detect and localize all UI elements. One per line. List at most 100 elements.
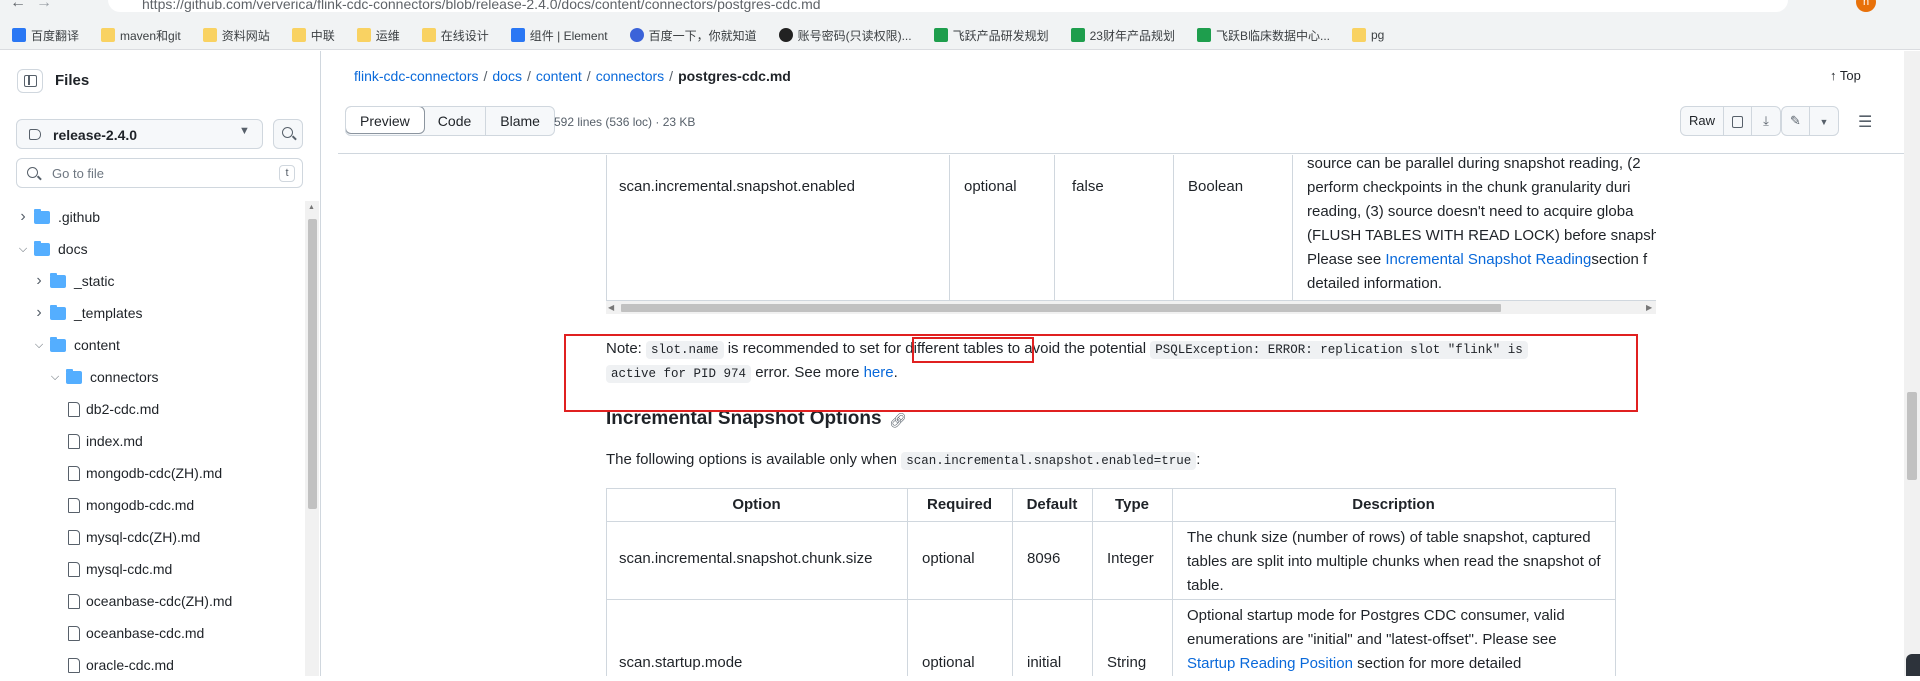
- tree-file-item[interactable]: db2-cdc.md: [0, 393, 305, 425]
- incremental-snapshot-reading-link[interactable]: Incremental Snapshot Reading: [1385, 251, 1591, 268]
- folder-icon: [421, 28, 436, 42]
- bookmark-label: 运维: [375, 28, 400, 43]
- bookmark-label: pg: [1371, 28, 1385, 42]
- folder-icon: [50, 304, 66, 320]
- table-cell-desc-line: detailed information.: [1307, 275, 1443, 292]
- scroll-up-arrow-icon[interactable]: ▲: [308, 204, 315, 211]
- search-icon: [282, 127, 293, 138]
- tree-file-item[interactable]: oracle-cdc.md: [0, 649, 305, 681]
- page-scrollbar-thumb[interactable]: [1907, 392, 1917, 480]
- bookmark-favicon-icon: [510, 28, 525, 42]
- breadcrumb-link[interactable]: connectors: [596, 68, 664, 84]
- table-border: [1615, 488, 1616, 676]
- table-cell-required: optional: [922, 550, 975, 567]
- bookmark-label: maven和git: [120, 28, 181, 43]
- bookmark-item[interactable]: 在线设计: [421, 27, 489, 44]
- breadcrumb-link[interactable]: flink-cdc-connectors: [354, 68, 479, 84]
- forward-arrow-icon[interactable]: →: [36, 0, 52, 12]
- arrow-up-icon: ↑: [1830, 68, 1837, 83]
- table-scrollbar-thumb[interactable]: [621, 304, 1501, 312]
- scroll-right-arrow-icon[interactable]: ▶: [1646, 303, 1652, 312]
- edit-dropdown-button[interactable]: ▼: [1810, 107, 1838, 135]
- anchor-link-icon[interactable]: 🔗︎: [889, 412, 907, 429]
- tree-file-item[interactable]: mongodb-cdc(ZH).md: [0, 457, 305, 489]
- file-icon: [68, 401, 80, 417]
- tree-file-item[interactable]: mysql-cdc(ZH).md: [0, 521, 305, 553]
- chevron-down-icon[interactable]: ⌵: [50, 371, 60, 384]
- bookmark-item[interactable]: 资料网站: [202, 27, 270, 44]
- tab-code[interactable]: Code: [424, 107, 487, 135]
- floating-corner-button[interactable]: [1906, 654, 1920, 676]
- table-cell-desc-line: perform checkpoints in the chunk granula…: [1307, 179, 1631, 196]
- bookmark-item[interactable]: 中联: [291, 27, 335, 44]
- chevron-right-icon[interactable]: ›: [18, 208, 28, 226]
- go-to-file-input[interactable]: [52, 164, 262, 182]
- tree-file-item[interactable]: index.md: [0, 425, 305, 457]
- tree-folder-item[interactable]: › .github: [0, 201, 305, 233]
- bookmark-item[interactable]: maven和git: [101, 27, 181, 44]
- back-arrow-icon[interactable]: ←: [10, 0, 26, 12]
- profile-avatar[interactable]: n: [1856, 0, 1876, 12]
- tree-folder-item[interactable]: › _templates: [0, 297, 305, 329]
- bookmark-item[interactable]: 账号密码(只读权限)...: [778, 27, 912, 44]
- tree-file-item[interactable]: oceanbase-cdc(ZH).md: [0, 585, 305, 617]
- breadcrumb-separator: /: [526, 68, 531, 84]
- breadcrumb-separator: /: [483, 68, 488, 84]
- top-link[interactable]: ↑ Top: [1830, 68, 1861, 83]
- bookmark-item[interactable]: 组件 | Element: [510, 27, 608, 44]
- raw-button[interactable]: Raw: [1681, 107, 1725, 135]
- sidebar-scrollbar-thumb[interactable]: [308, 219, 317, 509]
- table-cell-option: scan.incremental.snapshot.enabled: [619, 178, 855, 195]
- chevron-right-icon[interactable]: ›: [34, 304, 44, 322]
- tree-file-item[interactable]: mongodb-cdc.md: [0, 489, 305, 521]
- outline-list-icon[interactable]: ☰: [1858, 112, 1872, 132]
- file-icon: [68, 465, 80, 481]
- tree-folder-item[interactable]: ⌵ content: [0, 329, 305, 361]
- tab-preview[interactable]: Preview: [345, 107, 425, 134]
- table-cell-required: optional: [922, 654, 975, 671]
- go-to-file-field[interactable]: t: [16, 158, 303, 188]
- collapse-sidebar-button[interactable]: [17, 69, 43, 93]
- download-button[interactable]: ⤓: [1752, 107, 1780, 135]
- tree-file-item[interactable]: oceanbase-cdc.md: [0, 617, 305, 649]
- file-icon: [68, 657, 80, 673]
- address-bar[interactable]: https://github.com/ververica/flink-cdc-c…: [108, 0, 1788, 12]
- tree-folder-item[interactable]: ⌵ docs: [0, 233, 305, 265]
- tree-folder-item[interactable]: ⌵ connectors: [0, 361, 305, 393]
- copy-raw-button[interactable]: [1724, 107, 1753, 135]
- page-scrollbar[interactable]: [1904, 51, 1920, 676]
- bookmark-item[interactable]: pg: [1352, 28, 1384, 42]
- files-title: Files: [55, 72, 90, 89]
- file-icon: [68, 593, 80, 609]
- table-border: [606, 155, 607, 301]
- scroll-left-arrow-icon[interactable]: ◀: [608, 303, 614, 312]
- table-border: [1172, 488, 1173, 676]
- folder-icon: [1352, 28, 1366, 42]
- chevron-down-icon[interactable]: ⌵: [34, 339, 44, 352]
- tree-file-item[interactable]: mysql-cdc.md: [0, 553, 305, 585]
- tree-item-label: oceanbase-cdc(ZH).md: [86, 593, 233, 609]
- startup-reading-position-link[interactable]: Startup Reading Position: [1187, 655, 1353, 672]
- tree-item-label: mongodb-cdc(ZH).md: [86, 465, 223, 481]
- intro-suffix: :: [1196, 451, 1201, 468]
- table-border: [606, 521, 1616, 522]
- bookmark-item[interactable]: 百度一下，你就知道: [629, 27, 757, 44]
- chevron-right-icon[interactable]: ›: [34, 272, 44, 290]
- file-icon: [68, 561, 80, 577]
- bookmark-item[interactable]: 飞跃产品研发规划: [933, 27, 1049, 44]
- bookmark-item[interactable]: 百度翻译: [12, 27, 79, 44]
- branch-select-button[interactable]: release-2.4.0 ▼: [16, 119, 263, 149]
- search-files-button[interactable]: [273, 119, 303, 149]
- tree-folder-item[interactable]: › _static: [0, 265, 305, 297]
- bookmark-item[interactable]: 23财年产品规划: [1070, 27, 1175, 44]
- tree-item-label: _static: [74, 273, 115, 289]
- folder-icon: [50, 272, 66, 288]
- breadcrumb-link[interactable]: docs: [492, 68, 522, 84]
- tab-blame[interactable]: Blame: [486, 107, 554, 135]
- bookmark-item[interactable]: 飞跃B临床数据中心...: [1196, 27, 1330, 44]
- tree-item-label: .github: [58, 209, 101, 225]
- breadcrumb-link[interactable]: content: [536, 68, 582, 84]
- edit-button[interactable]: ✎: [1782, 107, 1810, 135]
- chevron-down-icon[interactable]: ⌵: [18, 243, 28, 256]
- bookmark-item[interactable]: 运维: [356, 27, 400, 44]
